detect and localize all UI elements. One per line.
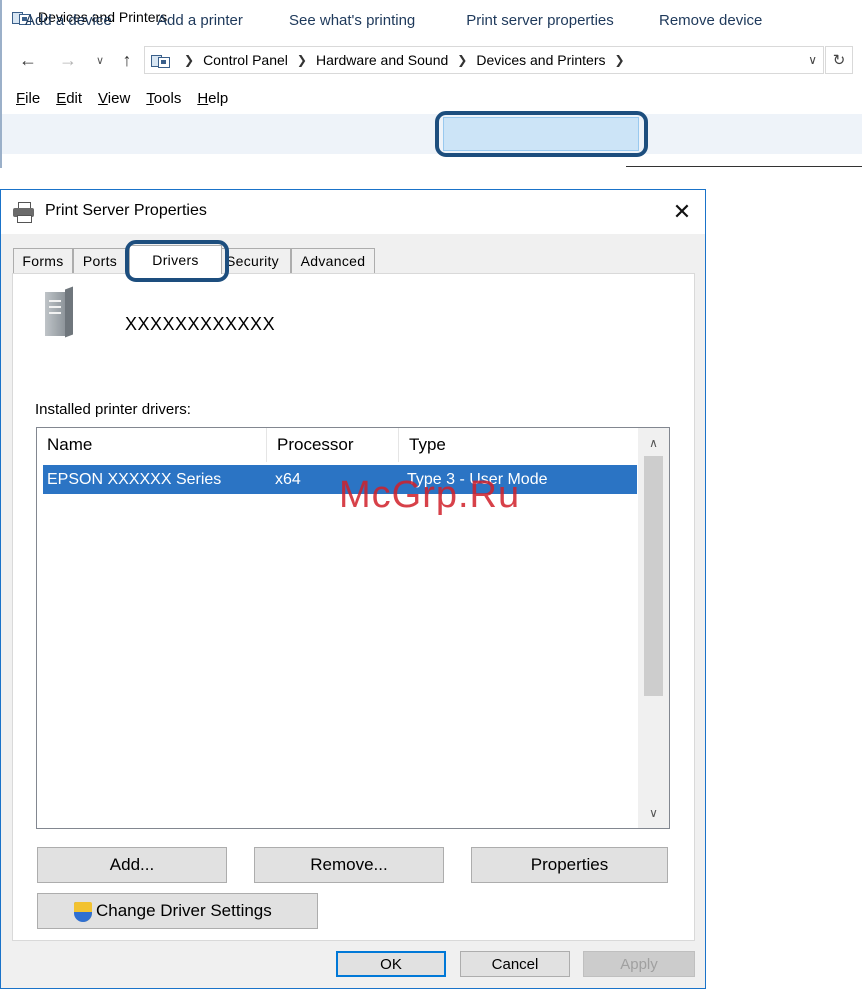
- column-header-name[interactable]: Name: [37, 428, 266, 462]
- breadcrumb-separator-icon[interactable]: ❯: [457, 53, 467, 67]
- apply-button[interactable]: Apply: [583, 951, 695, 977]
- command-bar: [2, 114, 862, 154]
- column-header-type[interactable]: Type: [398, 428, 638, 462]
- menu-help[interactable]: Help: [197, 90, 228, 110]
- menu-bar: File Edit View Tools Help: [16, 90, 244, 110]
- change-driver-settings-label: Change Driver Settings: [96, 901, 272, 920]
- breadcrumb-separator-icon[interactable]: ❯: [297, 53, 307, 67]
- scrollbar-thumb[interactable]: [644, 456, 663, 696]
- cancel-button[interactable]: Cancel: [460, 951, 570, 977]
- print-server-properties-dialog: Print Server Properties ✕ Forms Ports Se…: [0, 189, 706, 989]
- address-bar[interactable]: ❯ Control Panel ❯ Hardware and Sound ❯ D…: [144, 46, 824, 74]
- printer-icon: [13, 202, 35, 223]
- tab-ports[interactable]: Ports: [73, 248, 127, 273]
- drivers-tab-panel: XXXXXXXXXXXX Installed printer drivers: …: [12, 273, 695, 941]
- remove-driver-button[interactable]: Remove...: [254, 847, 444, 883]
- remove-driver-label: Remove...: [310, 855, 388, 874]
- menu-file[interactable]: File: [16, 90, 40, 110]
- refresh-icon[interactable]: ↻: [825, 46, 853, 74]
- add-driver-label: Add...: [109, 855, 155, 874]
- change-driver-settings-button[interactable]: Change Driver Settings: [37, 893, 318, 929]
- driver-properties-label: Properties: [530, 855, 609, 874]
- see-whats-printing-button[interactable]: See what's printing: [289, 0, 415, 40]
- server-name: XXXXXXXXXXXX: [125, 314, 276, 334]
- forward-arrow-icon[interactable]: →: [56, 48, 80, 72]
- dialog-title: Print Server Properties: [45, 202, 207, 219]
- print-server-properties-button[interactable]: Print server properties: [440, 0, 640, 40]
- driver-properties-button[interactable]: Properties: [471, 847, 668, 883]
- menu-view[interactable]: View: [98, 90, 130, 110]
- scroll-down-icon[interactable]: ∨: [638, 800, 669, 826]
- recent-locations-chevron-icon[interactable]: ∨: [92, 48, 108, 72]
- breadcrumb-devices-and-printers[interactable]: Devices and Printers: [476, 52, 605, 68]
- address-dropdown-icon[interactable]: ∨: [808, 53, 817, 67]
- breadcrumb-separator-icon[interactable]: ❯: [184, 53, 194, 67]
- server-icon: [45, 286, 73, 338]
- breadcrumb-control-panel[interactable]: Control Panel: [203, 52, 288, 68]
- divider-line: [626, 166, 862, 167]
- list-header: Name Processor Type: [37, 428, 638, 462]
- tab-security[interactable]: Security: [219, 248, 291, 273]
- breadcrumb-hardware-and-sound[interactable]: Hardware and Sound: [316, 52, 448, 68]
- column-header-processor[interactable]: Processor: [266, 428, 398, 462]
- tab-forms[interactable]: Forms: [13, 248, 73, 273]
- breadcrumb-separator-icon[interactable]: ❯: [615, 53, 625, 67]
- add-device-button[interactable]: Add a device: [25, 0, 112, 40]
- ok-button[interactable]: OK: [336, 951, 446, 977]
- add-printer-button[interactable]: Add a printer: [157, 0, 243, 40]
- print-server-properties-hover: [443, 117, 639, 151]
- watermark: McGrp.Ru: [339, 474, 521, 516]
- cell-driver-name: EPSON XXXXXX Series: [47, 470, 222, 488]
- dialog-titlebar: Print Server Properties ✕: [1, 190, 705, 234]
- back-arrow-icon[interactable]: ←: [14, 48, 42, 72]
- cell-processor: x64: [275, 470, 301, 488]
- control-panel-icon: [151, 53, 170, 68]
- address-bar-row: ← → ∨ ↑ ❯ Control Panel ❯ Hardware and S…: [0, 44, 862, 76]
- up-arrow-icon[interactable]: ↑: [116, 48, 138, 72]
- add-driver-button[interactable]: Add...: [37, 847, 227, 883]
- explorer-window: Devices and Printers ← → ∨ ↑ ❯ Control P…: [0, 0, 862, 170]
- scroll-up-icon[interactable]: ∧: [638, 430, 669, 456]
- installed-drivers-label: Installed printer drivers:: [35, 401, 191, 418]
- tab-drivers[interactable]: Drivers: [129, 245, 222, 274]
- menu-edit[interactable]: Edit: [56, 90, 82, 110]
- close-icon[interactable]: ✕: [669, 200, 695, 224]
- menu-tools[interactable]: Tools: [146, 90, 181, 110]
- tab-advanced[interactable]: Advanced: [291, 248, 375, 273]
- remove-device-button[interactable]: Remove device: [659, 0, 762, 40]
- vertical-scrollbar[interactable]: ∧ ∨: [638, 428, 669, 828]
- uac-shield-icon: [74, 902, 92, 922]
